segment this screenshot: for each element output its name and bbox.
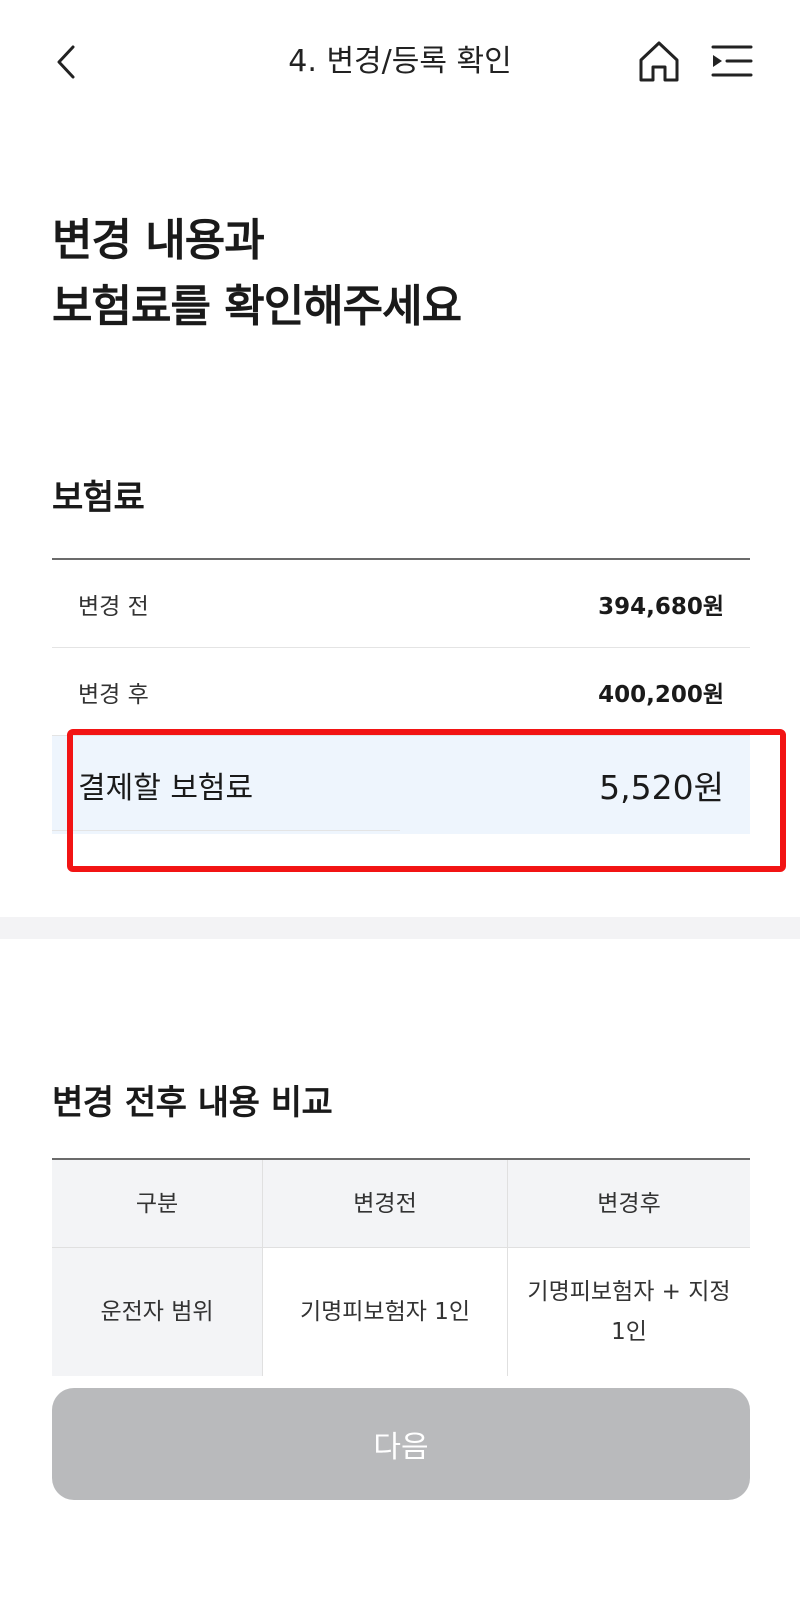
compare-table: 구분 변경전 변경후 운전자 범위 기명피보험자 1인 기명피보험자 + 지정 … (52, 1158, 750, 1376)
compare-section-title: 변경 전후 내용 비교 (52, 1083, 333, 1123)
column-header: 변경전 (262, 1160, 507, 1247)
premium-row-value: 394,680원 (598, 593, 724, 620)
premium-row-after: 변경 후 400,200원 (52, 648, 750, 736)
table-row: 운전자 범위 기명피보험자 1인 기명피보험자 + 지정 1인 (52, 1248, 750, 1376)
table-cell-before: 기명피보험자 1인 (262, 1248, 507, 1376)
menu-icon (711, 45, 753, 77)
premium-row-label: 변경 후 (78, 681, 149, 708)
top-navigation-bar: 4. 변경/등록 확인 (0, 0, 800, 124)
table-cell-category: 운전자 범위 (52, 1248, 262, 1376)
heading-line-1: 변경 내용과 (52, 215, 265, 266)
premium-row-label: 변경 전 (78, 593, 149, 620)
premium-section-title: 보험료 (52, 478, 145, 518)
premium-row-before: 변경 전 394,680원 (52, 560, 750, 648)
table-cell-after: 기명피보험자 + 지정 1인 (507, 1248, 750, 1376)
compare-table-header: 구분 변경전 변경후 (52, 1160, 750, 1248)
premium-row-value: 400,200원 (598, 681, 724, 708)
page-heading: 변경 내용과 보험료를 확인해주세요 (52, 208, 462, 340)
highlight-annotation-box (67, 729, 786, 872)
home-button[interactable] (636, 38, 682, 84)
heading-line-2: 보험료를 확인해주세요 (52, 281, 462, 332)
section-divider (0, 917, 800, 939)
column-header: 변경후 (507, 1160, 750, 1247)
menu-button[interactable] (710, 40, 754, 84)
home-icon (639, 41, 679, 82)
next-button[interactable]: 다음 (52, 1388, 750, 1500)
column-header: 구분 (135, 1190, 179, 1217)
